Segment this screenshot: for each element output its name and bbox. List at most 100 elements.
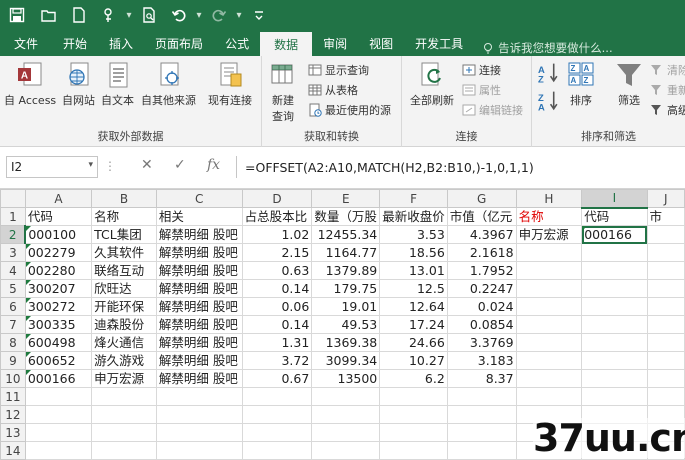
cell[interactable]: 17.24 (379, 315, 448, 334)
column-header-j[interactable]: J (646, 189, 685, 208)
cell[interactable] (581, 369, 648, 388)
cell[interactable]: 相关 (155, 207, 243, 226)
row-header[interactable]: 1 (0, 207, 26, 226)
cell[interactable]: 002279 (24, 243, 93, 262)
from-text-button[interactable]: 自文本 (101, 60, 134, 108)
customize-icon[interactable] (244, 0, 274, 30)
tab-file[interactable]: 文件 (0, 30, 52, 56)
cell[interactable]: 0.024 (446, 297, 517, 316)
cell[interactable] (24, 423, 93, 442)
from-web-button[interactable]: 自网站 (62, 60, 95, 108)
cell[interactable]: 申万宏源 (515, 225, 583, 244)
row-header[interactable]: 14 (0, 441, 26, 460)
cell[interactable]: 解禁明细 股吧 (155, 351, 243, 370)
recent-sources-button[interactable]: 最近使用的源 (308, 101, 391, 118)
column-header-a[interactable]: A (24, 189, 93, 208)
cell[interactable]: 数量（万股 (311, 207, 381, 226)
cell[interactable]: 300207 (24, 279, 93, 298)
cell[interactable] (311, 441, 381, 460)
cell[interactable] (446, 405, 517, 424)
cell[interactable] (155, 405, 243, 424)
cell[interactable]: 市值（亿元 (446, 207, 517, 226)
cell[interactable] (379, 405, 448, 424)
cell[interactable] (581, 297, 648, 316)
cell[interactable]: 占总股本比 (241, 207, 313, 226)
column-header-f[interactable]: F (379, 189, 448, 208)
cell[interactable]: 2.15 (241, 243, 313, 262)
cell[interactable] (515, 243, 583, 262)
row-header[interactable]: 8 (0, 333, 26, 352)
cell[interactable]: 13.01 (379, 261, 448, 280)
sort-button[interactable]: ZAAZ 排序 (566, 60, 596, 108)
dropdown-icon[interactable]: ▾ (124, 10, 134, 21)
existing-connections-button[interactable]: 现有连接 (208, 60, 252, 108)
cell[interactable] (646, 315, 685, 334)
cell[interactable]: 解禁明细 股吧 (155, 315, 243, 334)
active-cell[interactable]: 000166 (581, 225, 648, 244)
cell[interactable]: 名称 (515, 207, 583, 226)
cell[interactable]: 0.67 (241, 369, 313, 388)
cell[interactable] (311, 387, 381, 406)
cell[interactable]: 4.3967 (446, 225, 517, 244)
cell[interactable] (91, 441, 157, 460)
cell[interactable]: 3099.34 (311, 351, 381, 370)
cell[interactable] (155, 441, 243, 460)
cell[interactable]: 13500 (311, 369, 381, 388)
row-header[interactable]: 9 (0, 351, 26, 370)
cell[interactable] (379, 423, 448, 442)
cell[interactable] (646, 279, 685, 298)
cell[interactable]: 3.183 (446, 351, 517, 370)
cell[interactable]: 游久游戏 (91, 351, 157, 370)
column-header-b[interactable]: B (91, 189, 157, 208)
cell[interactable]: 600652 (24, 351, 93, 370)
cell[interactable] (646, 297, 685, 316)
cell[interactable] (646, 225, 685, 244)
cell[interactable] (646, 351, 685, 370)
cell[interactable] (646, 333, 685, 352)
cell[interactable]: 最新收盘价 (379, 207, 448, 226)
cell[interactable]: 300272 (24, 297, 93, 316)
column-header-h[interactable]: H (515, 189, 583, 208)
cell[interactable]: 12.5 (379, 279, 448, 298)
cell[interactable]: 解禁明细 股吧 (155, 333, 243, 352)
cell[interactable]: 12455.34 (311, 225, 381, 244)
cell[interactable]: 179.75 (311, 279, 381, 298)
cell[interactable]: 解禁明细 股吧 (155, 297, 243, 316)
cell[interactable]: TCL集团 (91, 225, 157, 244)
cell[interactable]: 开能环保 (91, 297, 157, 316)
row-header[interactable]: 6 (0, 297, 26, 316)
touch-mode-icon[interactable] (94, 0, 124, 30)
cell[interactable]: 烽火通信 (91, 333, 157, 352)
cell[interactable] (646, 243, 685, 262)
open-icon[interactable] (34, 0, 64, 30)
cell[interactable] (24, 405, 93, 424)
cell[interactable] (446, 387, 517, 406)
cell[interactable]: 解禁明细 股吧 (155, 369, 243, 388)
cell[interactable]: 久其软件 (91, 243, 157, 262)
undo-icon[interactable] (164, 0, 194, 30)
insert-function-icon[interactable]: fx (207, 157, 220, 173)
cell[interactable]: 0.14 (241, 315, 313, 334)
print-preview-icon[interactable] (134, 0, 164, 30)
from-access-button[interactable]: A 自 Access (4, 60, 56, 108)
row-header[interactable]: 3 (0, 243, 26, 262)
cell[interactable]: 市 (646, 207, 685, 226)
column-header-g[interactable]: G (446, 189, 517, 208)
cell[interactable]: 3.72 (241, 351, 313, 370)
tab-insert[interactable]: 插入 (98, 30, 144, 56)
cell[interactable]: 600498 (24, 333, 93, 352)
cell[interactable] (241, 441, 313, 460)
cell[interactable] (515, 387, 583, 406)
cell[interactable] (241, 387, 313, 406)
formula-bar-splitter[interactable]: ⋮ (104, 159, 116, 173)
cell[interactable] (581, 261, 648, 280)
new-query-button[interactable]: 新建 查询 (268, 60, 298, 124)
cell[interactable]: 0.63 (241, 261, 313, 280)
sort-descending-button[interactable]: ZA (538, 91, 563, 112)
cell[interactable]: 0.06 (241, 297, 313, 316)
cell[interactable]: 1164.77 (311, 243, 381, 262)
cell[interactable] (91, 387, 157, 406)
cell[interactable] (646, 387, 685, 406)
cell[interactable] (91, 405, 157, 424)
cell[interactable] (646, 261, 685, 280)
